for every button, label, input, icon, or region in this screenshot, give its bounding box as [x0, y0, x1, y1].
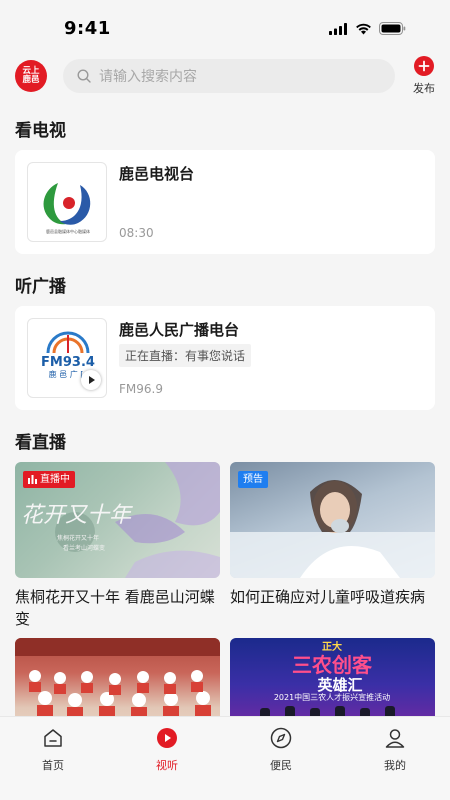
radio-logo-sub: 鹿 邑 广 [ [49, 369, 84, 379]
tv-card[interactable]: 鹿邑县融媒体中心融媒体 鹿邑电视台 08:30 [15, 150, 435, 254]
live-badge-label: 直播中 [40, 474, 70, 485]
tab-me-label: 我的 [384, 759, 406, 772]
section-title-tv: 看电视 [15, 121, 66, 141]
preview-badge: 预告 [238, 471, 268, 488]
live-bars-icon [28, 475, 37, 484]
status-time: 9:41 [64, 18, 111, 39]
video4-overlay-2: 三农创客 [292, 653, 373, 677]
search-placeholder: 请输入搜索内容 [99, 69, 197, 85]
radio-live-tag: 正在直播：有事您说话 [119, 344, 252, 367]
tv-card-title: 鹿邑电视台 [119, 165, 195, 183]
tab-services-label: 便民 [270, 759, 292, 772]
video-title-1[interactable]: 焦桐花开又十年 看鹿邑山河蝶变 [15, 586, 225, 630]
publish-label: 发布 [413, 82, 435, 95]
signal-icon [329, 22, 347, 35]
publish-button[interactable]: 发布 [409, 56, 439, 96]
video1-overlay-big: 花开又十年 [21, 503, 133, 528]
top-bar: 云上 鹿邑 请输入搜索内容 发布 [0, 56, 450, 96]
logo-text-line2: 鹿邑 [22, 75, 40, 85]
video1-overlay-small-1: 焦桐花开又十年 [57, 534, 99, 542]
preview-badge-label: 预告 [243, 474, 263, 485]
radio-card[interactable]: FM93.4 鹿 邑 广 [ 鹿邑人民广播电台 正在直播：有事您说话 FM96.… [15, 306, 435, 410]
home-icon [44, 729, 62, 747]
tab-services[interactable]: 便民 [251, 727, 311, 773]
live-badge: 直播中 [23, 471, 75, 488]
video4-overlay-1: 正大 [322, 640, 342, 653]
user-icon [385, 729, 405, 748]
tab-me[interactable]: 我的 [365, 727, 425, 773]
app-logo[interactable]: 云上 鹿邑 [15, 60, 47, 92]
radio-card-title: 鹿邑人民广播电台 [119, 321, 240, 339]
video-title-2[interactable]: 如何正确应对儿童呼吸道疾病 [230, 586, 440, 608]
bottom-tab-bar: 首页 视听 便民 我的 [0, 716, 450, 800]
tv-card-time: 08:30 [119, 226, 154, 240]
battery-icon [379, 22, 406, 35]
video1-overlay-small-2: 看兰考山河蝶变 [63, 544, 105, 552]
section-title-live: 看直播 [15, 433, 66, 453]
tv-station-logo: 鹿邑县融媒体中心融媒体 [27, 162, 107, 242]
play-icon [157, 728, 177, 748]
play-overlay-icon[interactable] [81, 370, 101, 390]
video-thumb-2[interactable]: 预告 [230, 462, 435, 578]
status-bar: 9:41 [0, 0, 450, 56]
plus-icon [414, 56, 434, 76]
tab-home[interactable]: 首页 [23, 727, 83, 773]
section-title-radio: 听广播 [15, 277, 66, 297]
compass-icon [270, 727, 292, 749]
tab-av[interactable]: 视听 [137, 727, 197, 773]
video-thumb-1[interactable]: 花开又十年 焦桐花开又十年 看兰考山河蝶变 直播中 [15, 462, 220, 578]
status-icons [329, 22, 406, 35]
tab-av-label: 视听 [156, 759, 178, 772]
search-icon [77, 69, 91, 83]
video4-overlay-4: 2021中国三农人才振兴宣推活动 [274, 692, 390, 702]
wifi-icon [356, 23, 371, 34]
search-bar[interactable]: 请输入搜索内容 [63, 59, 395, 93]
tv-logo-caption: 鹿邑县融媒体中心融媒体 [46, 228, 90, 234]
radio-station-logo: FM93.4 鹿 邑 广 [ [27, 318, 107, 398]
video4-overlay-3: 英雄汇 [317, 676, 362, 694]
radio-card-frequency: FM96.9 [119, 382, 163, 396]
radio-logo-fm: FM93.4 [41, 355, 95, 370]
tab-home-label: 首页 [42, 759, 64, 772]
